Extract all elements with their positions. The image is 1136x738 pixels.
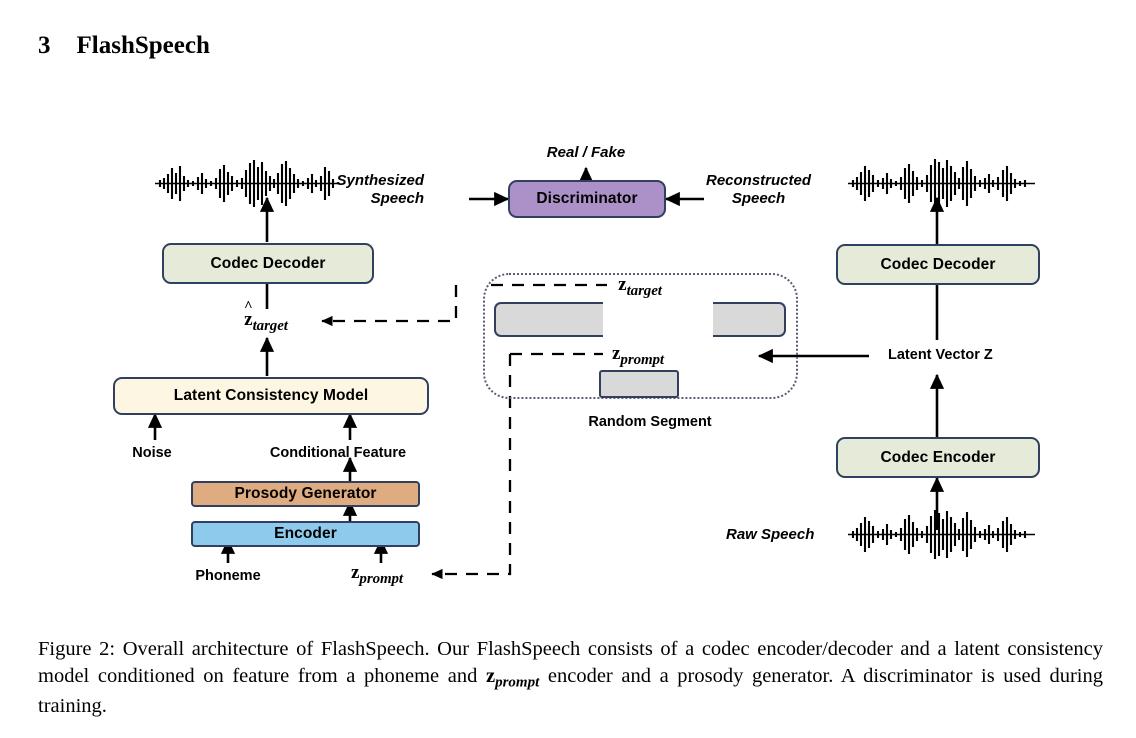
label-z-prompt-segment: zprompt — [612, 343, 664, 369]
z-target-right-gray — [713, 302, 786, 337]
page-title: 3 FlashSpeech — [38, 32, 210, 60]
node-codec-decoder-left[interactable]: Codec Decoder — [162, 243, 374, 284]
z-target-left-gray — [494, 302, 603, 337]
waveform-raw-speech — [848, 510, 1035, 559]
section-title: FlashSpeech — [76, 32, 210, 59]
caption-prefix: Figure 2: — [38, 638, 123, 660]
z-prompt-box — [599, 370, 679, 398]
caption-z-prompt-symbol: zprompt — [485, 665, 540, 691]
label-reconstructed-speech: Reconstructed Speech — [706, 172, 811, 209]
section-number: 3 — [38, 32, 51, 59]
figure-caption: Figure 2: Overall architecture of FlashS… — [38, 636, 1103, 720]
label-z-target-hat: ^ ztarget — [244, 299, 288, 335]
label-noise: Noise — [132, 445, 172, 461]
z-target-cutout-white — [603, 302, 713, 337]
label-line-2: Speech — [731, 190, 786, 208]
label-synthesized-speech: Synthesized Speech — [336, 172, 424, 209]
label-real-fake: Real / Fake — [546, 144, 626, 161]
node-encoder[interactable]: Encoder — [191, 521, 420, 547]
z-subscript: target — [626, 282, 662, 299]
label-random-segment: Random Segment — [588, 414, 712, 430]
node-label: Codec Decoder — [210, 254, 326, 272]
z-symbol: z — [611, 343, 621, 364]
node-label: Latent Consistency Model — [173, 387, 369, 404]
node-label: Codec Encoder — [880, 448, 996, 466]
label-raw-speech: Raw Speech — [726, 526, 815, 543]
z-subscript: prompt — [359, 570, 404, 587]
label-line-1: Synthesized — [336, 172, 424, 189]
z-target-bar — [494, 302, 786, 337]
node-label: Encoder — [274, 525, 337, 542]
label-line-2: Speech — [370, 190, 424, 208]
z-symbol: z — [618, 274, 627, 295]
node-latent-consistency-model[interactable]: Latent Consistency Model — [113, 377, 429, 415]
waveform-reconstructed-speech — [848, 159, 1035, 208]
label-conditional-feature: Conditional Feature — [269, 445, 407, 461]
page-root: 3 FlashSpeech Codec Decoder Latent Consi… — [0, 0, 1136, 738]
label-phoneme: Phoneme — [195, 568, 261, 584]
node-discriminator[interactable]: Discriminator — [508, 180, 666, 218]
node-prosody-generator[interactable]: Prosody Generator — [191, 481, 420, 507]
node-codec-decoder-right[interactable]: Codec Decoder — [836, 244, 1040, 285]
label-z-target: ztarget — [618, 274, 662, 300]
node-codec-encoder[interactable]: Codec Encoder — [836, 437, 1040, 478]
waveform-synthesized-speech — [155, 160, 340, 207]
node-label: Discriminator — [536, 190, 638, 207]
z-symbol: z — [350, 562, 360, 583]
label-line-1: Reconstructed — [706, 172, 812, 189]
hat-accent-icon: ^ — [244, 299, 253, 315]
node-label: Codec Decoder — [880, 255, 996, 273]
z-subscript: target — [252, 317, 288, 334]
dashed-route-ztarget — [321, 285, 458, 327]
label-latent-vector-z: Latent Vector Z — [888, 347, 993, 363]
figure-architecture-diagram: Codec Decoder Latent Consistency Model P… — [0, 110, 1136, 620]
node-label: Prosody Generator — [234, 485, 377, 502]
label-z-prompt-bottom: zprompt — [351, 562, 403, 588]
z-symbol: ^ z — [244, 299, 253, 331]
z-subscript: prompt — [620, 351, 665, 368]
